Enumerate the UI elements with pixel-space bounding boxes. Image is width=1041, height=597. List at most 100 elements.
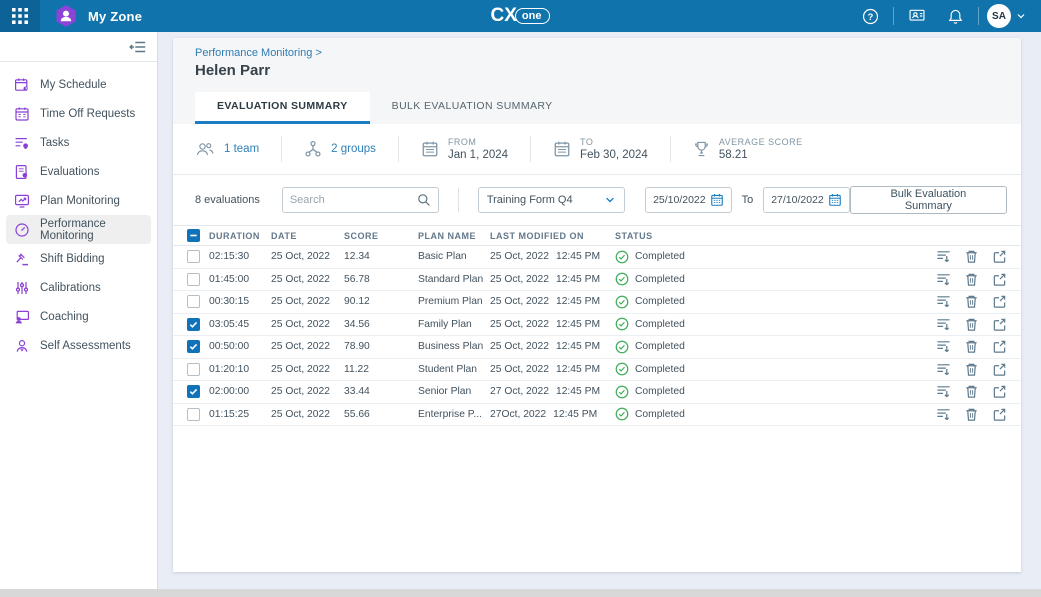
collapse-menu-icon	[129, 38, 147, 56]
team-filter[interactable]: 1 team	[195, 140, 281, 158]
chevron-down-icon	[604, 194, 616, 206]
search-box[interactable]	[282, 187, 439, 213]
open-external-icon[interactable]	[992, 272, 1007, 287]
add-to-list-icon[interactable]	[936, 317, 951, 332]
sidebar-item-time-off[interactable]: Time Off Requests	[6, 99, 151, 128]
sidebar-item-coaching[interactable]: Coaching	[6, 302, 151, 331]
bulk-evaluation-summary-button[interactable]: Bulk Evaluation Summary	[850, 186, 1007, 214]
date-cell: 25 Oct, 2022	[271, 296, 344, 307]
score-cell: 78.90	[344, 341, 418, 352]
row-checkbox[interactable]	[187, 408, 200, 421]
collapse-sidebar-button[interactable]	[129, 38, 147, 56]
column-header-score[interactable]: SCORE	[344, 231, 418, 241]
date-cell: 25 Oct, 2022	[271, 386, 344, 397]
sidebar-item-label: Self Assessments	[40, 340, 131, 352]
delete-icon[interactable]	[964, 362, 979, 377]
add-to-list-icon[interactable]	[936, 294, 951, 309]
column-header-last-modified[interactable]: LAST MODIFIED ON	[490, 231, 615, 241]
calibrations-icon	[14, 280, 30, 296]
open-external-icon[interactable]	[992, 339, 1007, 354]
add-to-list-icon[interactable]	[936, 362, 951, 377]
date-to-input[interactable]: 27/10/2022	[763, 187, 850, 213]
row-checkbox[interactable]	[187, 340, 200, 353]
completed-icon	[615, 385, 629, 399]
add-to-list-icon[interactable]	[936, 272, 951, 287]
breadcrumb[interactable]: Performance Monitoring >	[195, 47, 1021, 59]
sidebar-item-calibrations[interactable]: Calibrations	[6, 273, 151, 302]
cxone-logo: CXone	[491, 5, 551, 27]
date-cell: 25 Oct, 2022	[271, 409, 344, 420]
table-row: 00:50:0025 Oct, 202278.90Business Plan25…	[173, 336, 1021, 359]
select-all-checkbox[interactable]	[187, 229, 200, 242]
row-checkbox[interactable]	[187, 250, 200, 263]
row-checkbox[interactable]	[187, 318, 200, 331]
tab-bulk-evaluation-summary[interactable]: BULK EVALUATION SUMMARY	[370, 92, 575, 124]
column-header-plan-name[interactable]: PLAN NAME	[418, 231, 490, 241]
from-date-summary[interactable]: FROM Jan 1, 2024	[421, 137, 530, 161]
sidebar-item-label: Tasks	[40, 137, 69, 149]
app-launcher-button[interactable]	[0, 0, 40, 32]
delete-icon[interactable]	[964, 317, 979, 332]
open-external-icon[interactable]	[992, 407, 1007, 422]
notifications-button[interactable]	[940, 1, 970, 31]
bell-icon	[947, 8, 964, 25]
plan-name-cell: Student Plan	[418, 364, 490, 375]
delete-icon[interactable]	[964, 384, 979, 399]
sidebar-item-plan-monitoring[interactable]: Plan Monitoring	[6, 186, 151, 215]
indeterminate-icon	[189, 231, 198, 240]
form-select[interactable]: Training Form Q4	[478, 187, 625, 213]
delete-icon[interactable]	[964, 249, 979, 264]
add-to-list-icon[interactable]	[936, 249, 951, 264]
sidebar-item-performance-monitoring[interactable]: Performance Monitoring	[6, 215, 151, 244]
add-to-list-icon[interactable]	[936, 339, 951, 354]
delete-icon[interactable]	[964, 407, 979, 422]
completed-icon	[615, 295, 629, 309]
delete-icon[interactable]	[964, 294, 979, 309]
user-menu[interactable]: SA	[987, 4, 1027, 28]
open-external-icon[interactable]	[992, 384, 1007, 399]
evaluations-icon	[14, 164, 30, 180]
sidebar-item-evaluations[interactable]: Evaluations	[6, 157, 151, 186]
row-actions	[921, 294, 1021, 309]
row-checkbox[interactable]	[187, 273, 200, 286]
completed-icon	[615, 250, 629, 264]
open-external-icon[interactable]	[992, 362, 1007, 377]
groups-filter[interactable]: 2 groups	[304, 140, 398, 158]
row-checkbox[interactable]	[187, 295, 200, 308]
add-to-list-icon[interactable]	[936, 384, 951, 399]
performance-monitoring-icon	[14, 222, 30, 238]
row-checkbox[interactable]	[187, 363, 200, 376]
row-checkbox[interactable]	[187, 385, 200, 398]
tab-bar: EVALUATION SUMMARY BULK EVALUATION SUMMA…	[195, 92, 1021, 124]
tab-evaluation-summary[interactable]: EVALUATION SUMMARY	[195, 92, 370, 124]
sidebar-item-shift-bidding[interactable]: Shift Bidding	[6, 244, 151, 273]
table-row: 01:15:2525 Oct, 202255.66Enterprise P...…	[173, 404, 1021, 427]
announcements-button[interactable]	[902, 1, 932, 31]
plan-name-cell: Premium Plan	[418, 296, 490, 307]
help-button[interactable]: ?	[855, 1, 885, 31]
app-name: My Zone	[88, 9, 142, 24]
open-external-icon[interactable]	[992, 294, 1007, 309]
open-external-icon[interactable]	[992, 249, 1007, 264]
column-header-status[interactable]: STATUS	[615, 231, 921, 241]
search-input[interactable]	[290, 194, 411, 206]
date-from-input[interactable]: 25/10/2022	[645, 187, 732, 213]
delete-icon[interactable]	[964, 272, 979, 287]
sidebar-item-tasks[interactable]: Tasks	[6, 128, 151, 157]
delete-icon[interactable]	[964, 339, 979, 354]
open-external-icon[interactable]	[992, 317, 1007, 332]
my-zone-logo-icon	[54, 4, 78, 28]
column-header-date[interactable]: DATE	[271, 231, 344, 241]
plan-name-cell: Senior Plan	[418, 386, 490, 397]
completed-icon	[615, 272, 629, 286]
sidebar-item-label: Calibrations	[40, 282, 101, 294]
column-header-duration[interactable]: DURATION	[209, 231, 271, 241]
last-modified-cell: 27Oct, 202212:45 PM	[490, 409, 615, 420]
evaluations-table: DURATION DATE SCORE PLAN NAME LAST MODIF…	[173, 225, 1021, 426]
sidebar-item-self-assessments[interactable]: Self Assessments	[6, 331, 151, 360]
last-modified-cell: 25 Oct, 202212:45 PM	[490, 319, 615, 330]
add-to-list-icon[interactable]	[936, 407, 951, 422]
to-date-summary[interactable]: TO Feb 30, 2024	[553, 137, 670, 161]
duration-cell: 01:45:00	[209, 274, 271, 285]
sidebar-item-my-schedule[interactable]: My Schedule	[6, 70, 151, 99]
